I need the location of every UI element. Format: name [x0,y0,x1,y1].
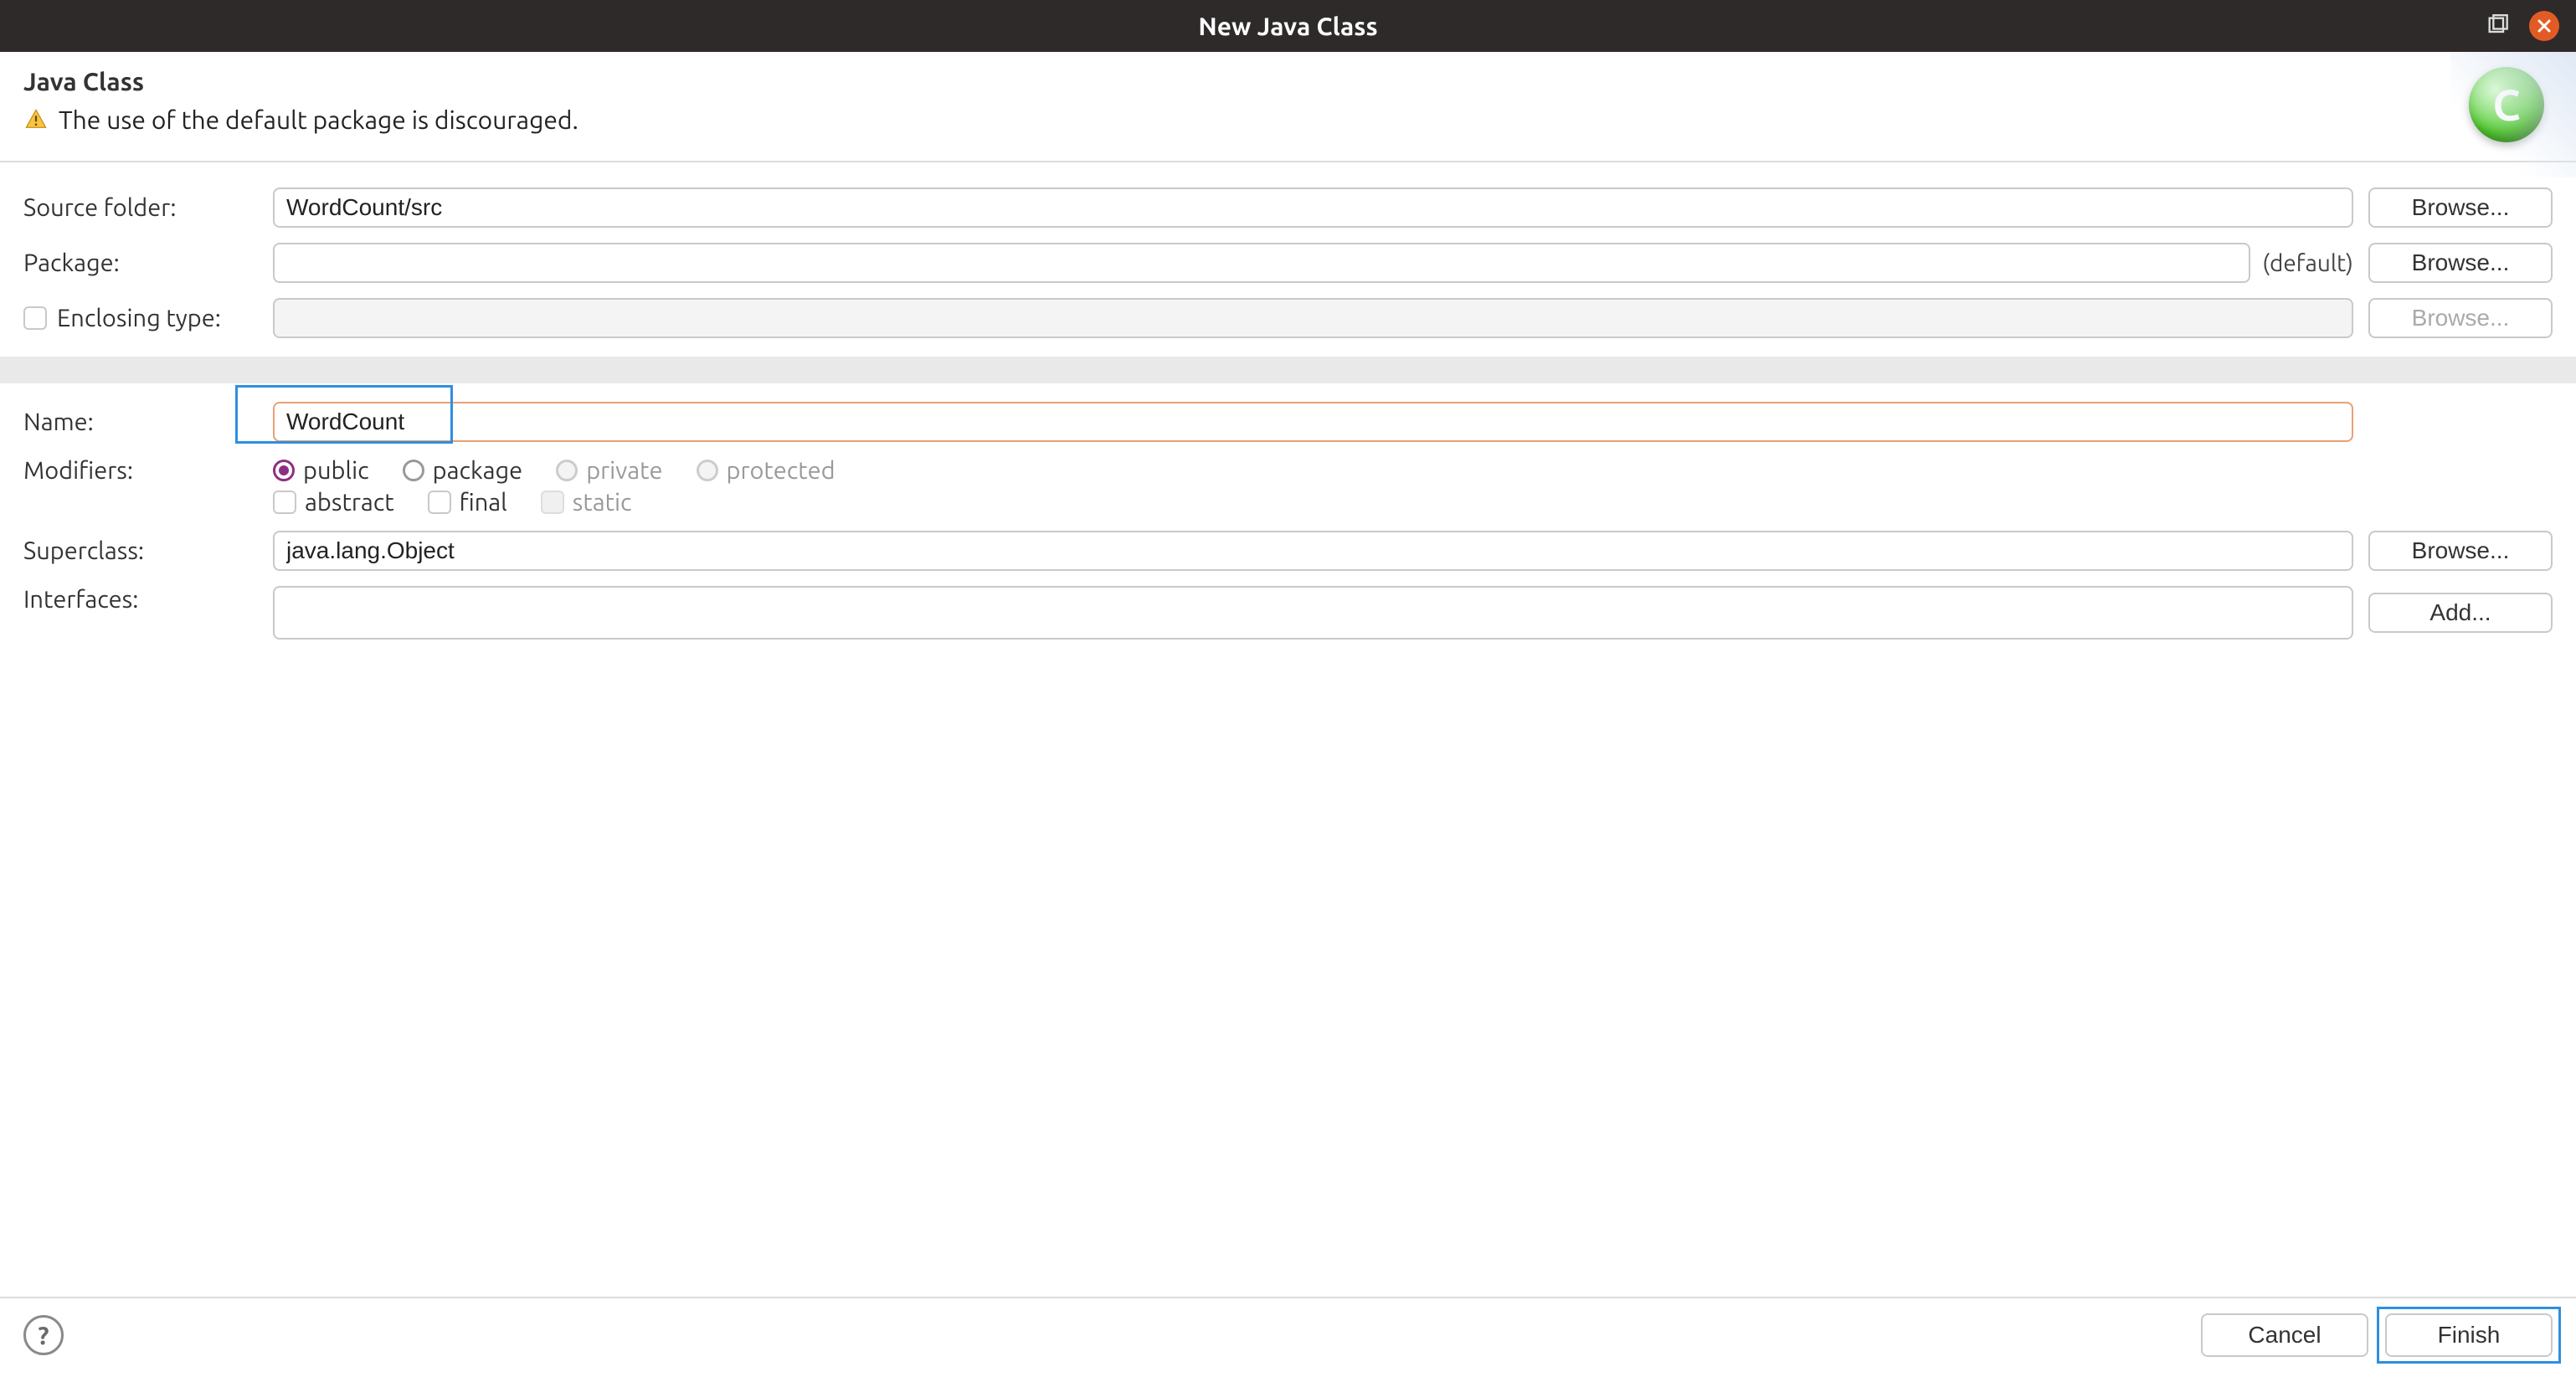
modifier-label: protected [727,457,836,484]
label-enclosing-type: Enclosing type: [57,305,221,331]
package-input[interactable] [273,243,2250,283]
cancel-button[interactable]: Cancel [2201,1313,2368,1357]
label-package: Package: [23,249,258,276]
checkbox-icon [428,491,451,514]
modifier-label: public [303,457,369,484]
browse-source-folder-button[interactable]: Browse... [2368,188,2553,228]
checkbox-icon [541,491,564,514]
class-badge-icon: C [2469,67,2544,142]
modifier-static-checkbox: static [541,489,632,516]
modifiers-block: public package private protected abstract fi… [273,457,2353,516]
label-interfaces: Interfaces: [23,586,258,613]
modifier-label: package [433,457,523,484]
name-input[interactable] [273,402,2353,442]
browse-enclosing-type-button: Browse... [2368,298,2553,338]
modifier-private-radio: private [556,457,662,484]
maximize-icon[interactable] [2486,14,2509,38]
radio-icon [403,460,424,481]
form-body: Source folder: Browse... Package: (defau… [0,162,2576,1297]
dialog-footer: ? Cancel Finish [0,1297,2576,1377]
browse-package-button[interactable]: Browse... [2368,243,2553,283]
interfaces-list[interactable] [273,586,2353,640]
page-title: Java Class [23,67,578,95]
radio-icon [273,460,295,481]
titlebar: New Java Class [0,0,2576,52]
radio-icon [556,460,578,481]
modifier-final-checkbox[interactable]: final [428,489,507,516]
section-divider [0,357,2576,383]
modifier-package-radio[interactable]: package [403,457,523,484]
label-superclass: Superclass: [23,537,258,564]
add-interface-button[interactable]: Add... [2368,593,2553,633]
modifier-label: final [460,489,507,516]
modifier-public-radio[interactable]: public [273,457,369,484]
label-name: Name: [23,408,258,435]
radio-icon [697,460,718,481]
source-folder-input[interactable] [273,188,2353,228]
enclosing-type-input [273,298,2353,338]
warning-icon [23,107,49,132]
modifier-label: static [573,489,632,516]
warning-text: The use of the default package is discou… [59,105,578,134]
label-source-folder: Source folder: [23,194,258,221]
help-icon[interactable]: ? [23,1315,64,1355]
warning-row: The use of the default package is discou… [23,105,578,134]
package-default-hint: (default) [2262,250,2353,276]
modifier-label: abstract [305,489,394,516]
modifier-label: private [586,457,662,484]
browse-superclass-button[interactable]: Browse... [2368,531,2553,571]
enclosing-type-checkbox[interactable] [23,306,47,330]
finish-button[interactable]: Finish [2385,1313,2553,1357]
modifier-protected-radio: protected [697,457,836,484]
modifier-abstract-checkbox[interactable]: abstract [273,489,394,516]
close-icon[interactable] [2529,11,2559,41]
window-title: New Java Class [0,12,2576,40]
window-controls [2486,11,2559,41]
dialog-header: Java Class The use of the default packag… [0,52,2576,162]
checkbox-icon [273,491,296,514]
label-modifiers: Modifiers: [23,457,258,484]
superclass-input[interactable] [273,531,2353,571]
enclosing-type-row: Enclosing type: [23,305,258,331]
